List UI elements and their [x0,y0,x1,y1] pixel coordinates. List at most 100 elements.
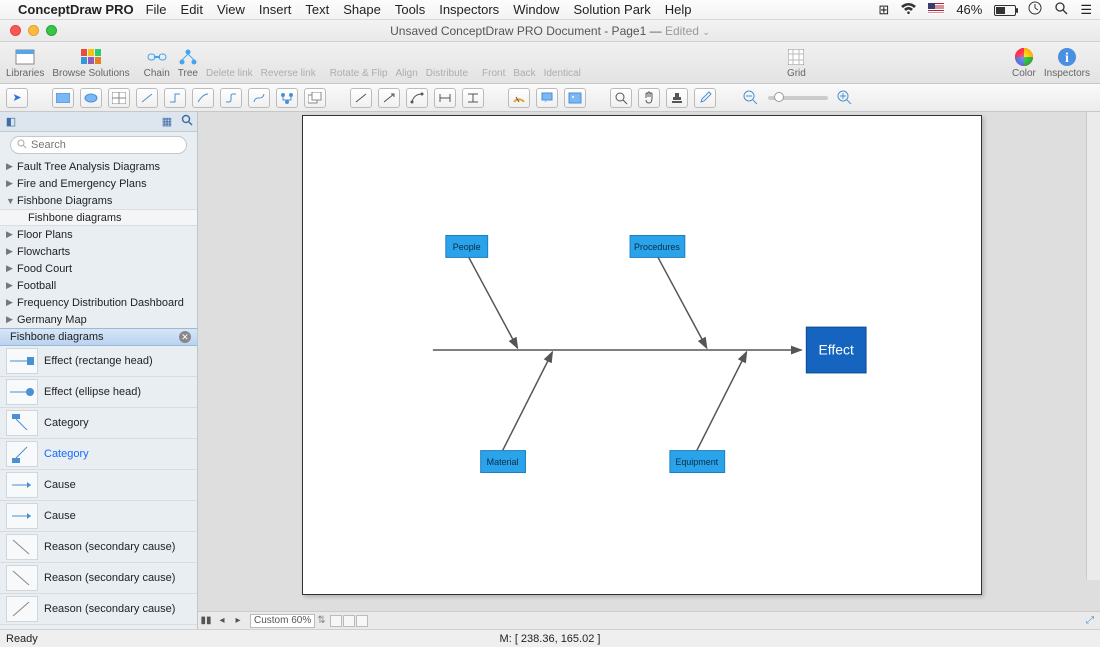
shape-cause-1[interactable]: Cause [0,470,197,501]
battery-icon[interactable] [994,2,1016,17]
clock-icon[interactable] [1028,1,1042,18]
menu-window[interactable]: Window [513,2,559,17]
connector-smart-icon[interactable] [164,88,186,108]
grid-button[interactable]: Grid [786,47,806,79]
line-tool-icon[interactable] [350,88,372,108]
connector-direct-icon[interactable] [136,88,158,108]
tree-item[interactable]: Frequency Distribution Dashboard [0,294,197,311]
tree-connector-icon[interactable] [276,88,298,108]
zoom-stepper-icon[interactable]: ⇅ [317,615,325,626]
browse-solutions-button[interactable]: Browse Solutions [52,47,129,79]
libraries-button[interactable]: Libraries [6,47,44,79]
clone-tool-icon[interactable] [304,88,326,108]
close-window-button[interactable] [10,25,21,36]
menu-text[interactable]: Text [305,2,329,17]
zoom-slider[interactable] [768,96,828,100]
dimension-v-icon[interactable] [462,88,484,108]
pause-icon[interactable]: ▮▮ [198,615,214,626]
tree-item[interactable]: Floor Plans [0,226,197,243]
menu-help[interactable]: Help [665,2,692,17]
canvas-bottom-bar: ▮▮ ◂ ▸ Custom 60% ⇅ ⤢ [198,611,1100,629]
shape-effect-rect[interactable]: Effect (rectange head) [0,346,197,377]
connector-curve-icon[interactable] [248,88,270,108]
shape-effect-ellipse[interactable]: Effect (ellipse head) [0,377,197,408]
close-library-icon[interactable]: ✕ [179,331,191,343]
next-page-icon[interactable]: ▸ [230,615,246,626]
tree-button[interactable]: Tree [178,47,198,79]
menu-edit[interactable]: Edit [181,2,203,17]
pointer-tool-icon[interactable]: ➤ [6,88,28,108]
rectangle-tool-icon[interactable] [52,88,74,108]
zoom-out-icon[interactable] [740,88,762,108]
tree-item[interactable]: Germany Map [0,311,197,328]
wifi-icon[interactable] [901,2,916,17]
tree-item[interactable]: Fault Tree Analysis Diagrams [0,158,197,175]
live-object-icon[interactable] [564,88,586,108]
color-button[interactable]: Color [1012,47,1036,79]
canvas-area[interactable]: Effect People Procedures Material Equipm… [198,112,1100,629]
zoom-window-button[interactable] [46,25,57,36]
tree-item-fishbone[interactable]: Fishbone Diagrams [0,192,197,209]
prev-page-icon[interactable]: ◂ [214,615,230,626]
chain-button[interactable]: Chain [144,47,170,79]
shape-reason-1[interactable]: Reason (secondary cause) [0,532,197,563]
vertical-scrollbar[interactable] [1086,112,1100,580]
arrow-tool-icon[interactable] [378,88,400,108]
shape-category-1[interactable]: Category [0,408,197,439]
stamp-tool-icon[interactable] [666,88,688,108]
tree-item[interactable]: Football [0,277,197,294]
shape-reason-3[interactable]: Reason (secondary cause) [0,594,197,625]
spotlight-icon[interactable] [1054,1,1068,18]
search-toggle-icon[interactable] [177,114,197,129]
grid-label: Grid [787,68,806,79]
tree-icon [178,47,198,67]
shape-cause-2[interactable]: Cause [0,501,197,532]
ellipse-tool-icon[interactable] [80,88,102,108]
library-search-box[interactable] [10,136,187,154]
connector-round-icon[interactable] [220,88,242,108]
menu-solution-park[interactable]: Solution Park [573,2,650,17]
drawing-page[interactable]: Effect People Procedures Material Equipm… [302,115,982,595]
table-tool-icon[interactable] [108,88,130,108]
app-switcher-icon[interactable]: ⊞ [878,2,889,18]
tree-child-item[interactable]: Fishbone diagrams [0,209,197,226]
eyedropper-tool-icon[interactable] [694,88,716,108]
shape-category-2[interactable]: Category [0,439,197,470]
zoom-level-select[interactable]: Custom 60% [250,614,315,628]
expand-view-icon[interactable]: ⤢ [1086,615,1094,626]
tree-item[interactable]: Flowcharts [0,243,197,260]
gauge-tool-icon[interactable] [508,88,530,108]
search-input[interactable] [31,139,180,151]
dimension-h-icon[interactable] [434,88,456,108]
menu-shape[interactable]: Shape [343,2,381,17]
document-title[interactable]: Unsaved ConceptDraw PRO Document - Page1… [390,24,710,38]
grid-view-icon[interactable]: ▦ [157,115,177,128]
menu-inspectors[interactable]: Inspectors [439,2,499,17]
menu-file[interactable]: File [146,2,167,17]
title-dropdown-icon[interactable]: ⌄ [702,27,710,37]
zoom-slider-knob[interactable] [774,92,784,102]
callout-tool-icon[interactable] [536,88,558,108]
minimize-window-button[interactable] [28,25,39,36]
shape-name: Cause [44,479,76,491]
tree-item[interactable]: Fire and Emergency Plans [0,175,197,192]
inspectors-button[interactable]: iInspectors [1044,47,1090,79]
app-name[interactable]: ConceptDraw PRO [18,2,134,17]
zoom-tool-icon[interactable] [610,88,632,108]
flag-icon[interactable] [928,2,944,17]
collapse-sidebar-icon[interactable]: ◧ [0,115,22,128]
pan-tool-icon[interactable] [638,88,660,108]
connector-arc-icon[interactable] [192,88,214,108]
library-section-header[interactable]: Fishbone diagrams ✕ [0,328,197,346]
page-tabs[interactable] [330,615,369,627]
notifications-icon[interactable]: ☰ [1080,2,1092,18]
tree-label: Flowcharts [17,246,70,258]
menu-tools[interactable]: Tools [395,2,425,17]
shape-thumb-icon [6,441,38,467]
menu-insert[interactable]: Insert [259,2,292,17]
menu-view[interactable]: View [217,2,245,17]
tree-item[interactable]: Food Court [0,260,197,277]
bezier-tool-icon[interactable] [406,88,428,108]
zoom-in-icon[interactable] [834,88,856,108]
shape-reason-2[interactable]: Reason (secondary cause) [0,563,197,594]
